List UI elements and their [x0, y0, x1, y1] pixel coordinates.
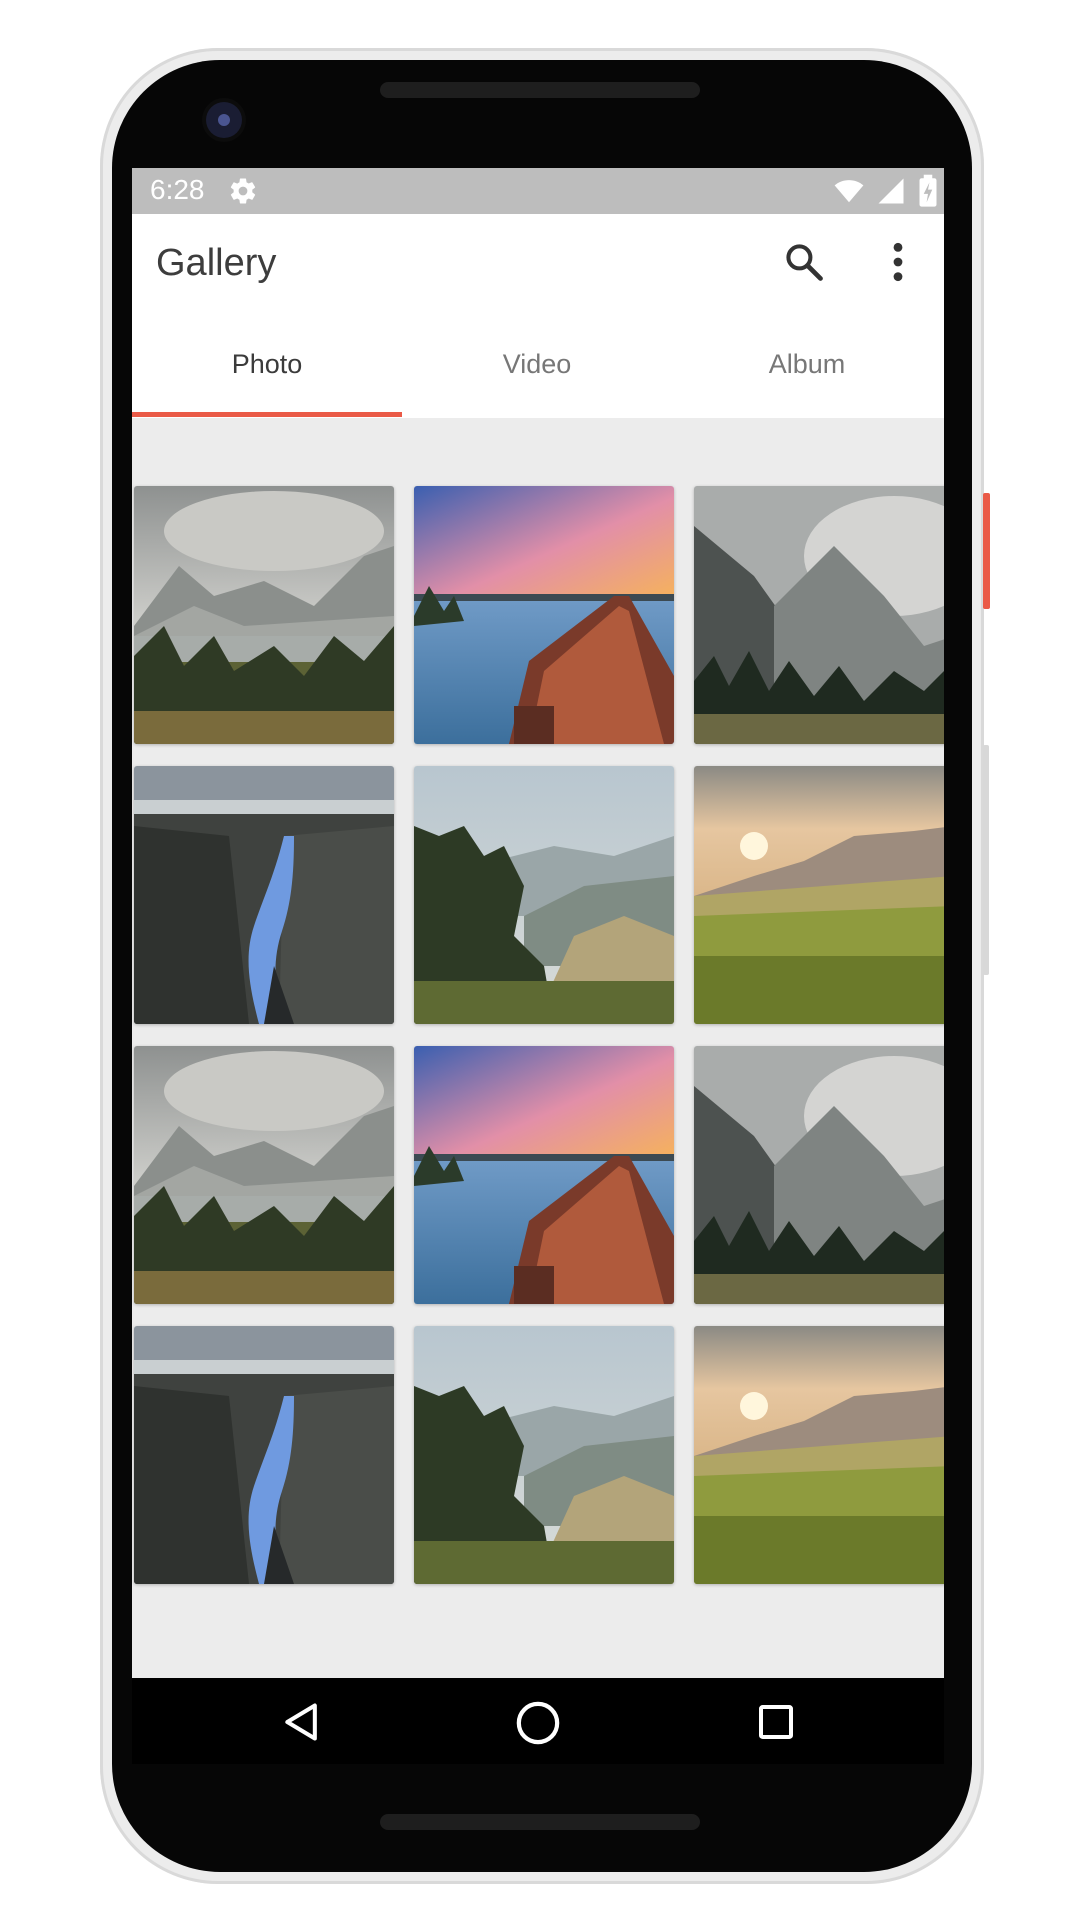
tab-photo[interactable]: Photo	[132, 310, 402, 418]
photo-thumbnail[interactable]	[134, 1046, 394, 1304]
navigation-bar	[132, 1678, 944, 1764]
photo-thumbnail[interactable]	[134, 1326, 394, 1584]
tab-indicator	[132, 412, 402, 417]
recents-icon[interactable]	[756, 1702, 796, 1742]
photo-thumbnail[interactable]	[694, 1326, 944, 1584]
status-time: 6:28	[150, 174, 205, 205]
photo-thumbnail[interactable]	[694, 486, 944, 744]
photo-thumbnail[interactable]	[414, 1046, 674, 1304]
tab-album[interactable]: Album	[672, 310, 942, 418]
screen: 6:28 Gallery Photo Video Album	[132, 168, 944, 1764]
photo-thumbnail[interactable]	[414, 766, 674, 1024]
photo-thumbnail[interactable]	[414, 486, 674, 744]
volume-button[interactable]	[983, 745, 989, 975]
front-camera	[206, 102, 242, 138]
status-bar: 6:28	[132, 168, 944, 214]
more-vertical-icon[interactable]	[888, 240, 908, 284]
home-icon[interactable]	[515, 1700, 561, 1746]
search-icon[interactable]	[782, 240, 826, 284]
photo-thumbnail[interactable]	[694, 766, 944, 1024]
tab-video[interactable]: Video	[402, 310, 672, 418]
back-icon[interactable]	[280, 1700, 324, 1744]
speaker-grille-bottom	[380, 1814, 700, 1830]
photo-thumbnail[interactable]	[694, 1046, 944, 1304]
app-title: Gallery	[156, 242, 277, 284]
wifi-icon	[834, 180, 864, 203]
tab-bar: Photo Video Album	[132, 310, 944, 418]
signal-icon	[878, 178, 904, 204]
photo-thumbnail[interactable]	[134, 486, 394, 744]
app-bar: Gallery	[132, 214, 944, 310]
speaker-grille-top	[380, 82, 700, 98]
power-button[interactable]	[983, 493, 990, 609]
gear-icon	[230, 178, 256, 204]
battery-icon	[919, 174, 937, 207]
photo-thumbnail[interactable]	[414, 1326, 674, 1584]
photo-thumbnail[interactable]	[134, 766, 394, 1024]
